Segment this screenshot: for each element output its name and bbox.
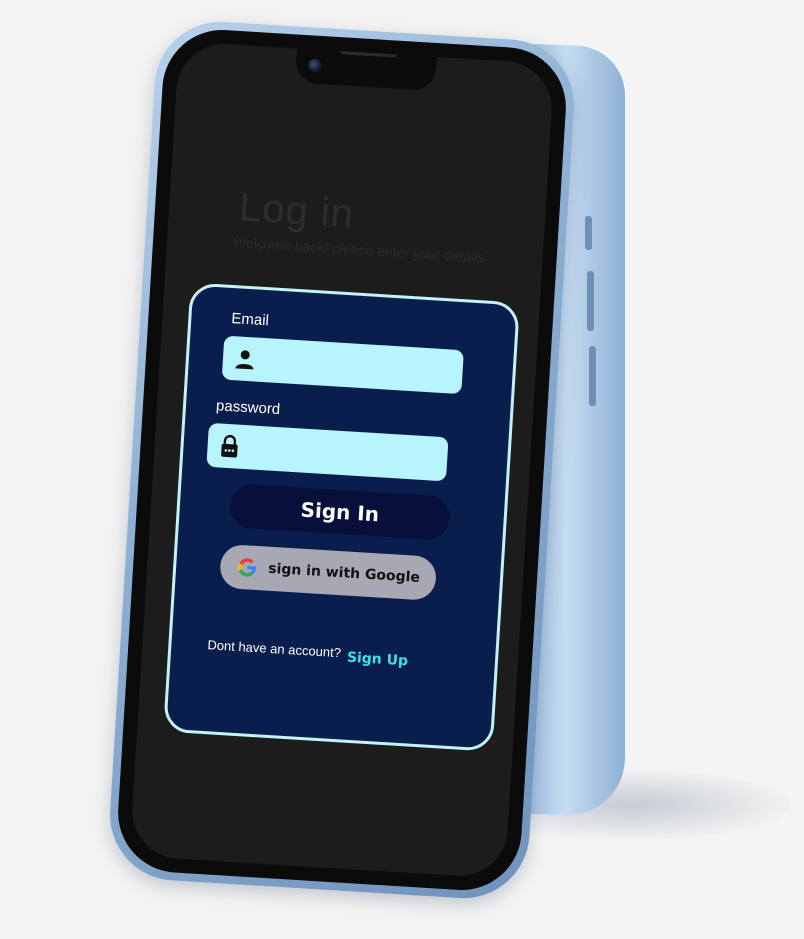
sign-up-link[interactable]: Sign Up <box>346 650 408 670</box>
email-field[interactable] <box>221 335 464 396</box>
page-subtitle: Welcome back! please enter your details <box>232 233 486 266</box>
no-account-text: Dont have an account? <box>207 637 342 661</box>
email-input[interactable] <box>261 338 458 396</box>
password-field[interactable] <box>206 422 449 484</box>
email-label: Email <box>230 310 270 330</box>
google-sign-in-button[interactable]: sign in with Google <box>218 543 438 601</box>
user-icon <box>235 350 254 370</box>
login-card: Email password Sign In sign in with Goog… <box>163 282 520 752</box>
volume-down-button <box>589 346 596 407</box>
phone-notch <box>294 48 437 91</box>
lock-icon <box>221 434 238 458</box>
page-title: Log in <box>237 185 356 237</box>
phone-bezel: Log in Welcome back! please enter your d… <box>114 26 570 894</box>
mockup-stage: Log in Welcome back! please enter your d… <box>0 0 804 939</box>
phone-screen: Log in Welcome back! please enter your d… <box>129 41 555 879</box>
password-input[interactable] <box>246 425 443 484</box>
phone-body: Log in Welcome back! please enter your d… <box>106 17 578 903</box>
front-camera-icon <box>307 58 323 74</box>
sign-in-button[interactable]: Sign In <box>228 483 451 541</box>
volume-up-button <box>587 270 594 332</box>
speaker-grille <box>340 49 397 58</box>
side-button <box>585 215 592 251</box>
google-button-label: sign in with Google <box>267 560 421 586</box>
google-logo-icon <box>238 558 257 577</box>
password-label: password <box>215 397 281 419</box>
